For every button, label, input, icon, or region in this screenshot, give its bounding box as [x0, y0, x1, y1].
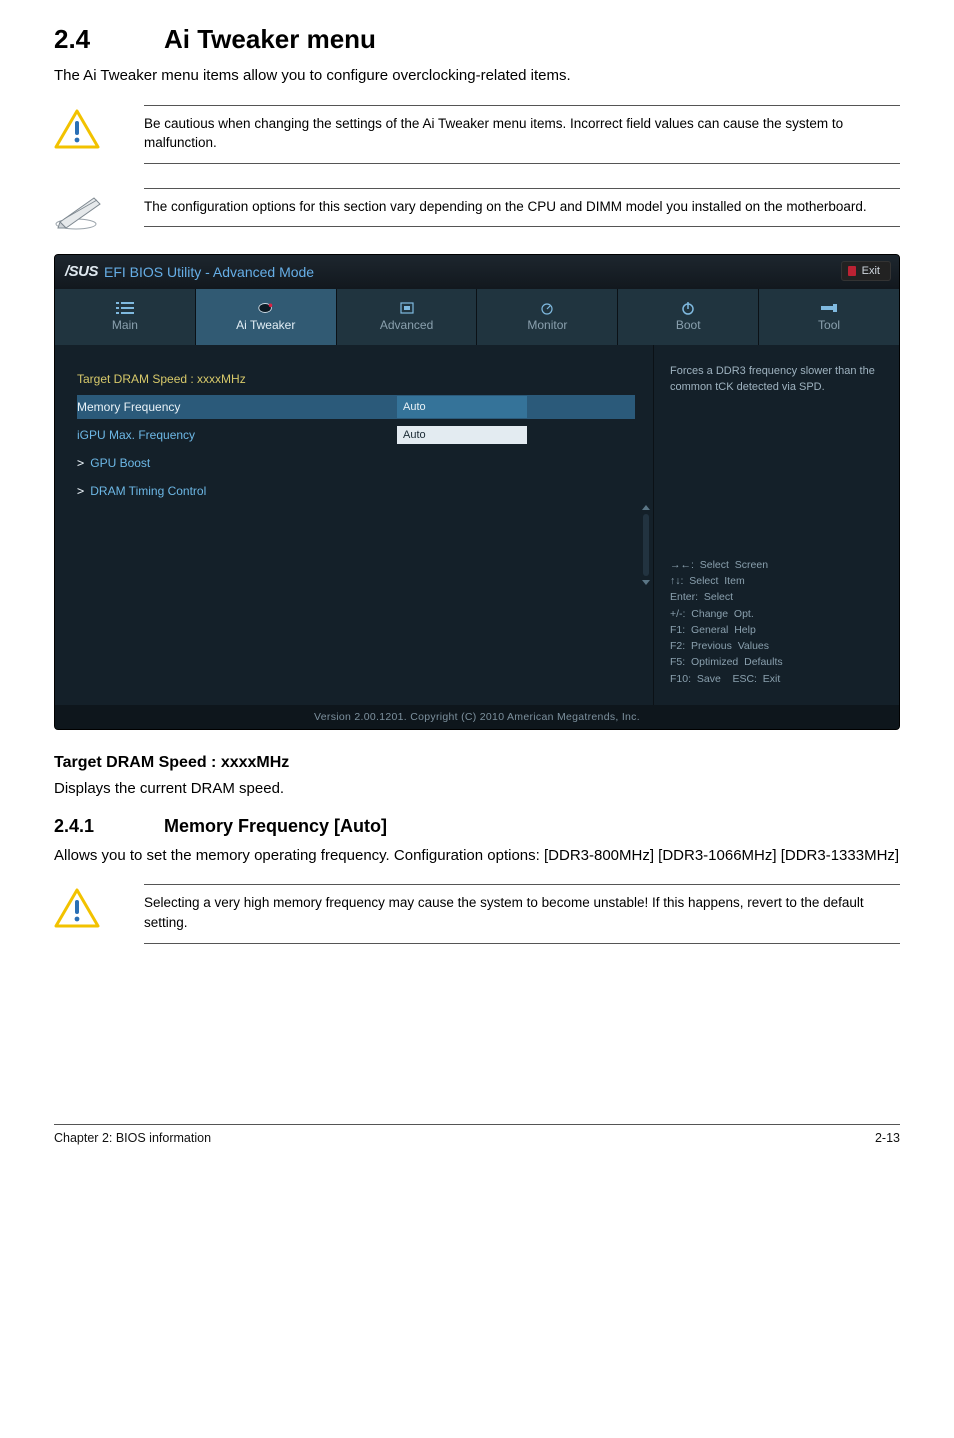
tab-boot[interactable]: Boot: [618, 289, 759, 345]
tweaker-icon: [257, 301, 275, 315]
bios-screenshot: /SUS EFI BIOS Utility - Advanced Mode Ex…: [54, 254, 900, 730]
tool-icon: [820, 301, 838, 315]
tab-ai-label: Ai Tweaker: [236, 318, 295, 332]
page-footer: Chapter 2: BIOS information 2-13: [54, 1124, 900, 1145]
tab-ai-tweaker[interactable]: Ai Tweaker: [196, 289, 337, 345]
target-dram-heading: Target DRAM Speed : xxxxMHz: [54, 754, 900, 772]
caution-text-1: Be cautious when changing the settings o…: [144, 105, 900, 164]
tab-main-label: Main: [112, 318, 138, 332]
scroll-down-icon[interactable]: [642, 580, 650, 585]
bios-utility-title: EFI BIOS Utility - Advanced Mode: [104, 264, 314, 280]
tab-advanced-label: Advanced: [380, 318, 433, 332]
row-memory-frequency[interactable]: Memory Frequency Auto: [77, 395, 635, 419]
help-line: F2: Previous Values: [670, 638, 883, 654]
tab-boot-label: Boot: [676, 318, 701, 332]
dram-timing-label: DRAM Timing Control: [90, 484, 410, 498]
help-line: ↑↓: Select Item: [670, 573, 883, 589]
help-line: +/-: Change Opt.: [670, 606, 883, 622]
subsection-title: 2.4.1 Memory Frequency [Auto]: [54, 816, 900, 837]
target-dram-speed: Target DRAM Speed : xxxxMHz: [77, 372, 397, 386]
note-text-1: The configuration options for this secti…: [144, 188, 900, 228]
bios-titlebar: /SUS EFI BIOS Utility - Advanced Mode Ex…: [55, 255, 899, 289]
footer-left: Chapter 2: BIOS information: [54, 1131, 211, 1145]
row-gpu-boost[interactable]: > GPU Boost: [77, 451, 635, 475]
subsection-number: 2.4.1: [54, 816, 164, 837]
tab-main[interactable]: Main: [55, 289, 196, 345]
caution-icon: [54, 884, 144, 928]
section-title: 2.4 Ai Tweaker menu: [54, 24, 900, 55]
section-name: Ai Tweaker menu: [164, 24, 376, 55]
help-line: F10: Save ESC: Exit: [670, 671, 883, 687]
intro-text: The Ai Tweaker menu items allow you to c…: [54, 65, 900, 87]
help-line: F1: General Help: [670, 622, 883, 638]
memory-frequency-value[interactable]: Auto: [397, 396, 527, 418]
caution-block-1: Be cautious when changing the settings o…: [54, 105, 900, 164]
subsection-name: Memory Frequency [Auto]: [164, 816, 387, 837]
scroll-up-icon[interactable]: [642, 505, 650, 510]
help-line: F5: Optimized Defaults: [670, 654, 883, 670]
scrollbar[interactable]: [641, 505, 651, 585]
caution-block-2: Selecting a very high memory frequency m…: [54, 884, 900, 943]
target-dram-body: Displays the current DRAM speed.: [54, 778, 900, 800]
chevron-icon: >: [77, 456, 84, 470]
footer-right: 2-13: [875, 1131, 900, 1145]
igpu-max-value[interactable]: Auto: [397, 426, 527, 444]
memory-frequency-label: Memory Frequency: [77, 400, 397, 414]
section-number: 2.4: [54, 24, 164, 55]
pencil-note-icon: [54, 188, 144, 230]
option-help-text: Forces a DDR3 frequency slower than the …: [670, 363, 883, 396]
gpu-boost-label: GPU Boost: [90, 456, 410, 470]
key-help-block: →←: Select Screen ↑↓: Select Item Enter:…: [670, 557, 883, 687]
chevron-icon: >: [77, 484, 84, 498]
exit-button[interactable]: Exit: [841, 261, 891, 281]
bios-left-pane: Target DRAM Speed : xxxxMHz Memory Frequ…: [55, 345, 653, 705]
tab-monitor[interactable]: Monitor: [477, 289, 618, 345]
caution-icon: [54, 105, 144, 149]
bios-tabs: Main Ai Tweaker Advanced Monitor Boot: [55, 289, 899, 345]
tab-tool-label: Tool: [818, 318, 840, 332]
help-line: Enter: Select: [670, 589, 883, 605]
chip-icon: [398, 301, 416, 315]
tab-advanced[interactable]: Advanced: [337, 289, 478, 345]
note-block-1: The configuration options for this secti…: [54, 188, 900, 230]
row-igpu-max-frequency[interactable]: iGPU Max. Frequency Auto: [77, 423, 635, 447]
bios-body: Target DRAM Speed : xxxxMHz Memory Frequ…: [55, 345, 899, 705]
asus-logo: /SUS: [65, 263, 98, 280]
row-dram-timing-control[interactable]: > DRAM Timing Control: [77, 479, 635, 503]
list-icon: [116, 301, 134, 315]
scroll-track[interactable]: [643, 514, 649, 576]
power-icon: [679, 301, 697, 315]
tab-monitor-label: Monitor: [527, 318, 567, 332]
monitor-icon: [538, 301, 556, 315]
tab-tool[interactable]: Tool: [759, 289, 899, 345]
igpu-max-label: iGPU Max. Frequency: [77, 428, 397, 442]
bios-right-pane: Forces a DDR3 frequency slower than the …: [653, 345, 899, 705]
caution-text-2: Selecting a very high memory frequency m…: [144, 884, 900, 943]
bios-footer: Version 2.00.1201. Copyright (C) 2010 Am…: [55, 705, 899, 729]
help-line: →←: Select Screen: [670, 557, 883, 573]
subsection-body: Allows you to set the memory operating f…: [54, 845, 900, 867]
